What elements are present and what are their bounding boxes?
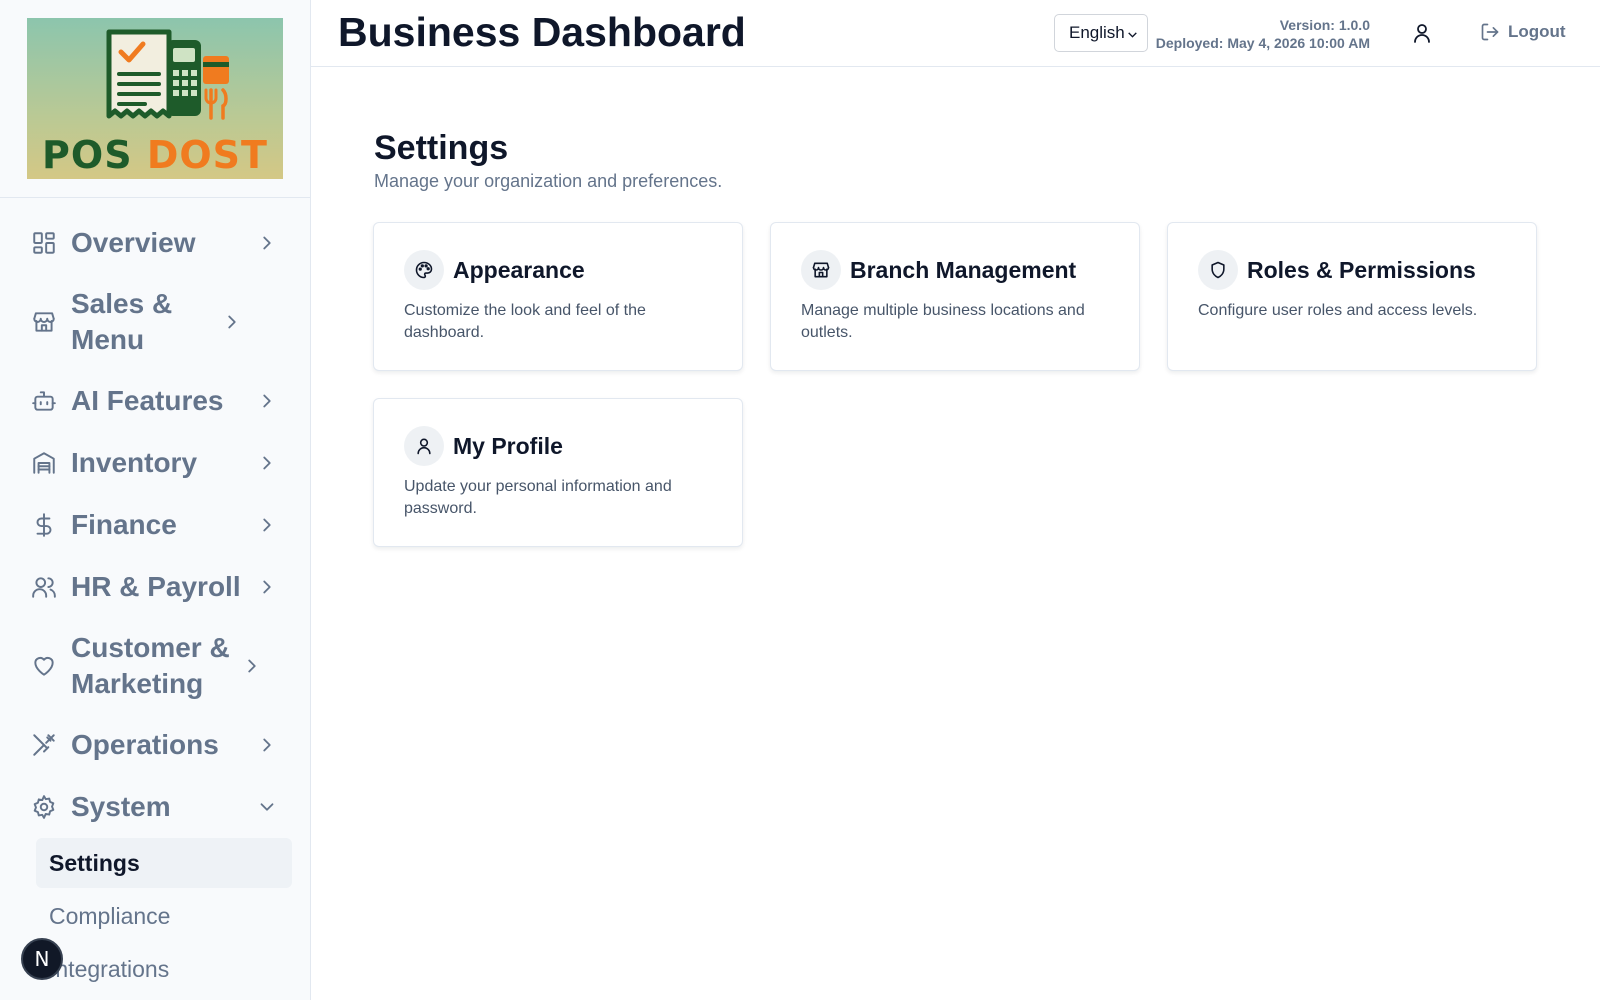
gear-icon [30,793,58,821]
sidebar-item-overview[interactable]: Overview [0,212,310,274]
sidebar-item-label: Overview [71,227,196,258]
sidebar-item-label: Sales & Menu [71,288,173,355]
grid-icon [30,229,58,257]
page-title: Settings [374,129,509,167]
logo-text: POS DOST [27,133,283,177]
chevron-right-icon [256,734,278,756]
sidebar-item-finance[interactable]: Finance [0,494,310,556]
logo-word-pos: POS [42,133,133,177]
sidebar-item-system[interactable]: System [0,776,310,838]
user-icon[interactable] [1410,21,1434,45]
chevron-right-icon [221,311,243,333]
utensils-crossed-icon [30,731,58,759]
card-title: My Profile [453,432,563,459]
sidebar-item-label: Operations [71,729,219,760]
card-header: Roles & Permissions [1198,250,1506,290]
language-select[interactable]: English [1054,14,1148,52]
card-header: My Profile [404,426,712,466]
language-select-value: English [1069,23,1125,42]
logout-label: Logout [1508,22,1566,41]
warehouse-icon [30,449,58,477]
user-icon [404,426,444,466]
chevron-right-icon [241,655,263,677]
sidebar-item-operations[interactable]: Operations [0,714,310,776]
sidebar-item-hr-payroll[interactable]: HR & Payroll [0,556,310,618]
card-description: Update your personal information and pas… [404,478,672,517]
sidebar-item-label: System [71,791,171,822]
settings-card-roles-permissions[interactable]: Roles & Permissions Configure user roles… [1167,222,1537,371]
store-icon [30,308,58,336]
card-header: Appearance [404,250,712,290]
card-description: Customize the look and feel of the dashb… [404,302,646,341]
settings-card-branch-management[interactable]: Branch Management Manage multiple busine… [770,222,1140,371]
chevron-right-icon [256,514,278,536]
bot-icon [30,387,58,415]
card-title: Appearance [453,256,585,283]
main-content: Settings Manage your organization and pr… [311,67,1600,1000]
deployed-label: Deployed: May 4, 2026 10:00 AM [1155,35,1370,51]
sidebar-item-label: AI Features [71,385,224,416]
sidebar-item-inventory[interactable]: Inventory [0,432,310,494]
logout-button[interactable]: Logout [1480,22,1566,42]
sidebar-nav: Overview Sales & Menu AI Features Invent… [0,198,310,994]
n-badge-button[interactable]: N [21,938,63,980]
shield-icon [1198,250,1238,290]
chevron-down-icon [1128,32,1137,38]
version-label: Version: 1.0.0 [1279,17,1370,33]
sidebar-item-label: HR & Payroll [71,571,241,602]
card-description: Configure user roles and access levels. [1198,302,1478,319]
card-title: Roles & Permissions [1247,256,1476,283]
logout-icon [1481,23,1499,41]
sidebar: POS DOST Overview Sales & Menu AI Featur… [0,0,311,1000]
page-subtitle: Manage your organization and preferences… [374,171,723,191]
sidebar-item-label: Customer & Marketing [71,632,230,699]
chevron-right-icon [256,452,278,474]
chevron-right-icon [256,232,278,254]
palette-icon [404,250,444,290]
card-description: Manage multiple business locations and o… [801,302,1085,341]
logo-word-dost: DOST [146,133,268,177]
chevron-right-icon [256,390,278,412]
version-info: Version: 1.0.0 Deployed: May 4, 2026 10:… [1156,16,1370,52]
users-icon [30,573,58,601]
logo-container: POS DOST [0,0,310,198]
card-header: Branch Management [801,250,1109,290]
app-title: Business Dashboard [338,9,746,55]
store-icon [801,250,841,290]
sidebar-item-label: Inventory [71,447,198,478]
sidebar-subitem-settings[interactable]: Settings [36,838,292,888]
heart-icon [30,652,58,680]
sidebar-subitem-compliance[interactable]: Compliance [36,891,292,941]
card-title: Branch Management [850,256,1077,283]
sidebar-item-ai-features[interactable]: AI Features [0,370,310,432]
pos-dost-logo[interactable]: POS DOST [27,18,283,179]
top-header: Business Dashboard English Version: 1.0.… [311,0,1600,67]
sidebar-item-label: Finance [71,509,177,540]
sidebar-subitem-integrations[interactable]: Integrations [36,944,292,994]
sidebar-item-customer-marketing[interactable]: Customer & Marketing [0,618,310,714]
settings-card-my-profile[interactable]: My Profile Update your personal informat… [373,398,743,547]
dollar-icon [30,511,58,539]
settings-card-appearance[interactable]: Appearance Customize the look and feel o… [373,222,743,371]
chevron-down-icon [256,796,278,818]
chevron-right-icon [256,576,278,598]
sidebar-item-sales-menu[interactable]: Sales & Menu [0,274,310,370]
